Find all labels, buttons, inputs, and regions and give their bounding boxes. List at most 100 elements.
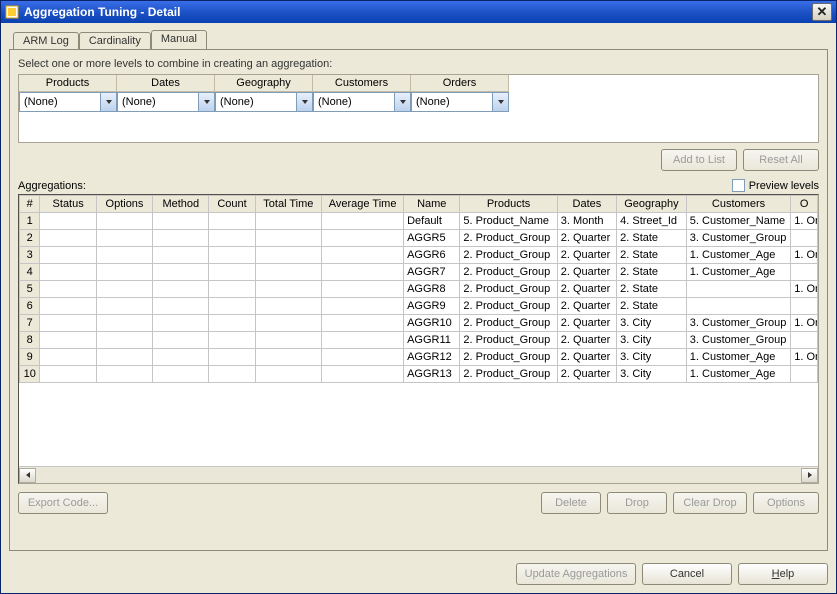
row-number[interactable]: 2 [20, 230, 40, 247]
levels-col-products[interactable]: Products [19, 75, 117, 92]
col-total[interactable]: Total Time [255, 196, 322, 213]
cell-options[interactable] [96, 264, 152, 281]
cell-customers[interactable]: 3. Customer_Group [686, 315, 790, 332]
cell-products[interactable]: 2. Product_Group [460, 366, 557, 383]
cell-dates[interactable]: 2. Quarter [557, 332, 616, 349]
grid-scroll-area[interactable]: # Status Options Method Count Total Time… [19, 195, 818, 466]
cell-name[interactable]: AGGR7 [404, 264, 460, 281]
cell-status[interactable] [40, 213, 96, 230]
cell-count[interactable] [209, 315, 255, 332]
cell-method[interactable] [153, 332, 209, 349]
cell-geography[interactable]: 3. City [617, 366, 687, 383]
cell-products[interactable]: 2. Product_Group [460, 349, 557, 366]
table-row[interactable]: 5AGGR82. Product_Group2. Quarter2. State… [20, 281, 818, 298]
cell-dates[interactable]: 2. Quarter [557, 349, 616, 366]
col-method[interactable]: Method [153, 196, 209, 213]
table-row[interactable]: 6AGGR92. Product_Group2. Quarter2. State [20, 298, 818, 315]
cell-status[interactable] [40, 230, 96, 247]
cell-orders[interactable]: 1. Or [791, 247, 818, 264]
tab-cardinality[interactable]: Cardinality [79, 32, 151, 50]
cell-dates[interactable]: 2. Quarter [557, 264, 616, 281]
cell-status[interactable] [40, 298, 96, 315]
cell-total-time[interactable] [255, 349, 322, 366]
col-customers[interactable]: Customers [686, 196, 790, 213]
table-row[interactable]: 10AGGR132. Product_Group2. Quarter3. Cit… [20, 366, 818, 383]
cell-method[interactable] [153, 213, 209, 230]
cell-name[interactable]: AGGR9 [404, 298, 460, 315]
row-number[interactable]: 9 [20, 349, 40, 366]
cell-geography[interactable]: 3. City [617, 332, 687, 349]
cell-products[interactable]: 2. Product_Group [460, 230, 557, 247]
cell-status[interactable] [40, 247, 96, 264]
cell-orders[interactable]: 1. Or [791, 213, 818, 230]
table-row[interactable]: 2AGGR52. Product_Group2. Quarter2. State… [20, 230, 818, 247]
cell-geography[interactable]: 2. State [617, 230, 687, 247]
cell-status[interactable] [40, 315, 96, 332]
update-aggregations-button[interactable]: Update Aggregations [516, 563, 636, 585]
cell-options[interactable] [96, 315, 152, 332]
cell-total-time[interactable] [255, 332, 322, 349]
cell-name[interactable]: AGGR10 [404, 315, 460, 332]
cell-status[interactable] [40, 332, 96, 349]
cell-customers[interactable] [686, 281, 790, 298]
close-button[interactable]: ✕ [812, 3, 832, 21]
cell-avg-time[interactable] [322, 298, 404, 315]
table-row[interactable]: 1Default5. Product_Name3. Month4. Street… [20, 213, 818, 230]
cell-dates[interactable]: 2. Quarter [557, 230, 616, 247]
cell-options[interactable] [96, 349, 152, 366]
cell-name[interactable]: Default [404, 213, 460, 230]
cell-dates[interactable]: 2. Quarter [557, 366, 616, 383]
drop-button[interactable]: Drop [607, 492, 667, 514]
row-number[interactable]: 6 [20, 298, 40, 315]
scroll-right-button[interactable] [801, 468, 818, 483]
cell-products[interactable]: 5. Product_Name [460, 213, 557, 230]
cell-orders[interactable] [791, 230, 818, 247]
cell-status[interactable] [40, 281, 96, 298]
table-row[interactable]: 3AGGR62. Product_Group2. Quarter2. State… [20, 247, 818, 264]
col-avgtime[interactable]: Average Time [322, 196, 404, 213]
scroll-track[interactable] [36, 468, 801, 483]
dropdown-products[interactable]: (None) [19, 92, 117, 112]
cell-status[interactable] [40, 349, 96, 366]
cell-name[interactable]: AGGR12 [404, 349, 460, 366]
col-geography[interactable]: Geography [617, 196, 687, 213]
table-row[interactable]: 9AGGR122. Product_Group2. Quarter3. City… [20, 349, 818, 366]
options-button[interactable]: Options [753, 492, 819, 514]
col-orders[interactable]: O [791, 196, 818, 213]
levels-col-dates[interactable]: Dates [117, 75, 215, 92]
row-number[interactable]: 8 [20, 332, 40, 349]
cell-customers[interactable]: 1. Customer_Age [686, 349, 790, 366]
cell-dates[interactable]: 2. Quarter [557, 281, 616, 298]
chevron-down-icon[interactable] [296, 93, 312, 111]
cell-total-time[interactable] [255, 315, 322, 332]
chevron-down-icon[interactable] [100, 93, 116, 111]
levels-col-orders[interactable]: Orders [411, 75, 509, 92]
tab-manual[interactable]: Manual [151, 30, 207, 49]
cell-customers[interactable]: 3. Customer_Group [686, 332, 790, 349]
cell-total-time[interactable] [255, 264, 322, 281]
delete-button[interactable]: Delete [541, 492, 601, 514]
cell-avg-time[interactable] [322, 349, 404, 366]
row-number[interactable]: 1 [20, 213, 40, 230]
row-number[interactable]: 7 [20, 315, 40, 332]
cell-dates[interactable]: 2. Quarter [557, 298, 616, 315]
cell-method[interactable] [153, 366, 209, 383]
dropdown-orders[interactable]: (None) [411, 92, 509, 112]
cell-geography[interactable]: 2. State [617, 264, 687, 281]
cell-dates[interactable]: 2. Quarter [557, 247, 616, 264]
cell-count[interactable] [209, 366, 255, 383]
cell-products[interactable]: 2. Product_Group [460, 281, 557, 298]
cell-products[interactable]: 2. Product_Group [460, 247, 557, 264]
cell-products[interactable]: 2. Product_Group [460, 264, 557, 281]
cell-total-time[interactable] [255, 298, 322, 315]
cell-total-time[interactable] [255, 230, 322, 247]
cell-customers[interactable]: 5. Customer_Name [686, 213, 790, 230]
cell-total-time[interactable] [255, 247, 322, 264]
cell-status[interactable] [40, 366, 96, 383]
cell-total-time[interactable] [255, 281, 322, 298]
col-name[interactable]: Name [404, 196, 460, 213]
row-number[interactable]: 5 [20, 281, 40, 298]
cell-method[interactable] [153, 230, 209, 247]
col-status[interactable]: Status [40, 196, 96, 213]
cell-geography[interactable]: 2. State [617, 298, 687, 315]
